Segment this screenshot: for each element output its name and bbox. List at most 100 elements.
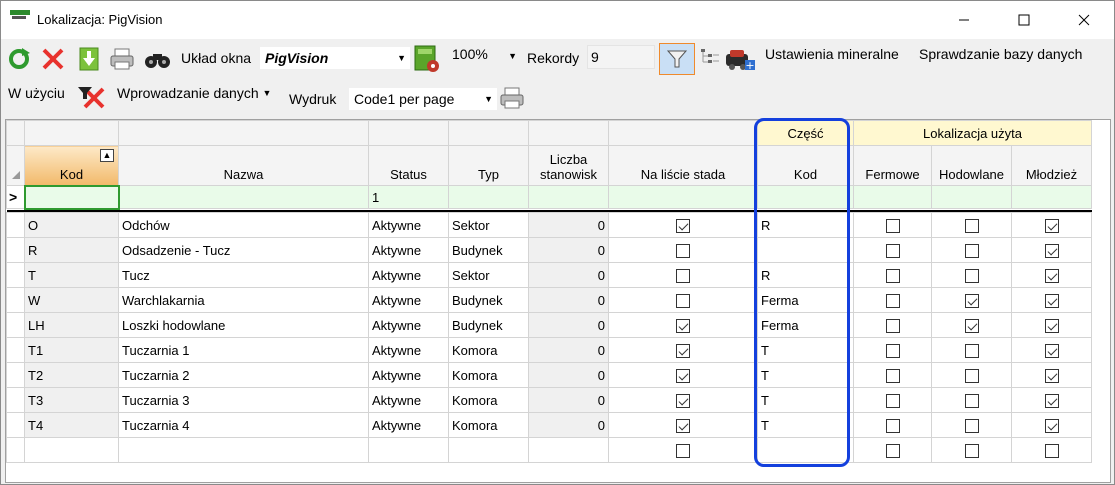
cell-na-liscie-stada[interactable] — [608, 287, 758, 313]
cell-hodowlane[interactable] — [931, 287, 1012, 313]
checkbox[interactable] — [1044, 443, 1059, 458]
cell-na-liscie-stada[interactable] — [608, 387, 758, 413]
cell-typ[interactable]: Budynek — [448, 287, 529, 313]
checkbox[interactable] — [964, 318, 979, 333]
tree-view-icon[interactable] — [699, 47, 721, 67]
clear-filter-icon[interactable] — [77, 83, 107, 109]
column-header-status[interactable]: Status — [368, 145, 449, 186]
cell-status[interactable]: Aktywne — [368, 337, 449, 363]
table-row[interactable]: W Warchlakarnia Aktywne Budynek 0 Ferma — [6, 287, 1092, 313]
checkbox[interactable] — [1044, 318, 1059, 333]
cell-status[interactable]: Aktywne — [368, 387, 449, 413]
cell-mlodziez[interactable] — [1011, 412, 1092, 438]
cell-nazwa[interactable]: Odchów — [118, 212, 369, 238]
cell-mlodziez[interactable] — [1011, 237, 1092, 263]
cell-na-liscie-stada[interactable] — [608, 437, 758, 463]
cell-liczba-stanowisk[interactable]: 0 — [528, 412, 609, 438]
checkbox[interactable] — [964, 293, 979, 308]
checkbox[interactable] — [885, 393, 900, 408]
row-indicator[interactable] — [6, 312, 25, 338]
cell-typ[interactable]: Budynek — [448, 237, 529, 263]
close-button[interactable] — [1061, 1, 1107, 39]
cell-mlodziez[interactable] — [1011, 262, 1092, 288]
row-indicator[interactable] — [6, 287, 25, 313]
cell-hodowlane[interactable] — [931, 237, 1012, 263]
new-row-liczba[interactable] — [528, 185, 609, 209]
cell-hodowlane[interactable] — [931, 337, 1012, 363]
table-row[interactable]: T2 Tuczarnia 2 Aktywne Komora 0 T — [6, 362, 1092, 388]
checkbox[interactable] — [964, 443, 979, 458]
delete-icon[interactable] — [41, 47, 65, 71]
cell-na-liscie-stada[interactable] — [608, 412, 758, 438]
cell-czesc-kod[interactable]: R — [757, 212, 854, 238]
cell-hodowlane[interactable] — [931, 362, 1012, 388]
checkbox[interactable] — [676, 443, 690, 458]
import-icon[interactable] — [77, 46, 101, 72]
cell-typ[interactable]: Komora — [448, 337, 529, 363]
row-selector-header[interactable] — [6, 145, 25, 186]
table-row[interactable]: T1 Tuczarnia 1 Aktywne Komora 0 T — [6, 337, 1092, 363]
cell-na-liscie-stada[interactable] — [608, 337, 758, 363]
new-row-status[interactable]: 1 — [368, 185, 449, 209]
cell-kod[interactable]: T1 — [24, 337, 119, 363]
uklad-select[interactable]: PigVision ▼ — [260, 47, 410, 69]
checkbox[interactable] — [676, 343, 690, 358]
cell-mlodziez[interactable] — [1011, 387, 1092, 413]
cell-czesc-kod[interactable] — [757, 437, 854, 463]
filter-icon[interactable] — [659, 43, 695, 75]
cell-nazwa[interactable]: Tuczarnia 1 — [118, 337, 369, 363]
table-row[interactable]: LH Loszki hodowlane Aktywne Budynek 0 Ferma — [6, 312, 1092, 338]
cell-typ[interactable]: Budynek — [448, 312, 529, 338]
cell-czesc-kod[interactable]: Ferma — [757, 312, 854, 338]
cell-typ[interactable]: Komora — [448, 412, 529, 438]
checkbox[interactable] — [1044, 243, 1059, 258]
cell-czesc-kod[interactable]: Ferma — [757, 287, 854, 313]
row-indicator[interactable] — [6, 212, 25, 238]
cell-status[interactable]: Aktywne — [368, 312, 449, 338]
print-icon[interactable] — [109, 47, 135, 71]
checkbox[interactable] — [964, 268, 979, 283]
cell-czesc-kod[interactable] — [757, 237, 854, 263]
cell-status[interactable]: Aktywne — [368, 362, 449, 388]
column-header-mlodziez[interactable]: Młodzież — [1011, 145, 1092, 186]
checkbox[interactable] — [964, 368, 979, 383]
cell-mlodziez[interactable] — [1011, 437, 1092, 463]
checkbox[interactable] — [964, 218, 979, 233]
wprowadzanie-danych-menu[interactable]: Wprowadzanie danych ▼ — [117, 85, 271, 101]
checkbox[interactable] — [1044, 393, 1059, 408]
table-row[interactable]: T4 Tuczarnia 4 Aktywne Komora 0 T — [6, 412, 1092, 438]
cell-nazwa[interactable]: Odsadzenie - Tucz — [118, 237, 369, 263]
cell-fermowe[interactable] — [853, 212, 932, 238]
checkbox[interactable] — [964, 393, 979, 408]
cell-nazwa[interactable]: Tuczarnia 2 — [118, 362, 369, 388]
checkbox[interactable] — [676, 418, 690, 433]
checkbox[interactable] — [1044, 218, 1059, 233]
wydruk-select[interactable]: Code1 per page ▼ — [349, 88, 497, 110]
cell-hodowlane[interactable] — [931, 437, 1012, 463]
cell-liczba-stanowisk[interactable]: 0 — [528, 312, 609, 338]
row-indicator[interactable] — [6, 337, 25, 363]
cell-na-liscie-stada[interactable] — [608, 362, 758, 388]
checkbox[interactable] — [676, 293, 690, 308]
cell-nazwa[interactable]: Tuczarnia 3 — [118, 387, 369, 413]
cell-kod[interactable]: LH — [24, 312, 119, 338]
cell-hodowlane[interactable] — [931, 262, 1012, 288]
cell-kod[interactable] — [24, 437, 119, 463]
cell-typ[interactable] — [448, 437, 529, 463]
cell-fermowe[interactable] — [853, 237, 932, 263]
cell-fermowe[interactable] — [853, 412, 932, 438]
layout-settings-icon[interactable] — [413, 44, 441, 74]
add-vehicle-icon[interactable]: + — [724, 46, 756, 72]
cell-na-liscie-stada[interactable] — [608, 312, 758, 338]
cell-hodowlane[interactable] — [931, 387, 1012, 413]
row-indicator[interactable] — [6, 387, 25, 413]
cell-na-liscie-stada[interactable] — [608, 237, 758, 263]
cell-czesc-kod[interactable]: T — [757, 337, 854, 363]
cell-fermowe[interactable] — [853, 287, 932, 313]
cell-status[interactable]: Aktywne — [368, 212, 449, 238]
checkbox[interactable] — [676, 318, 690, 333]
cell-liczba-stanowisk[interactable]: 0 — [528, 237, 609, 263]
cell-kod[interactable]: T3 — [24, 387, 119, 413]
cell-kod[interactable]: O — [24, 212, 119, 238]
row-indicator[interactable] — [6, 362, 25, 388]
